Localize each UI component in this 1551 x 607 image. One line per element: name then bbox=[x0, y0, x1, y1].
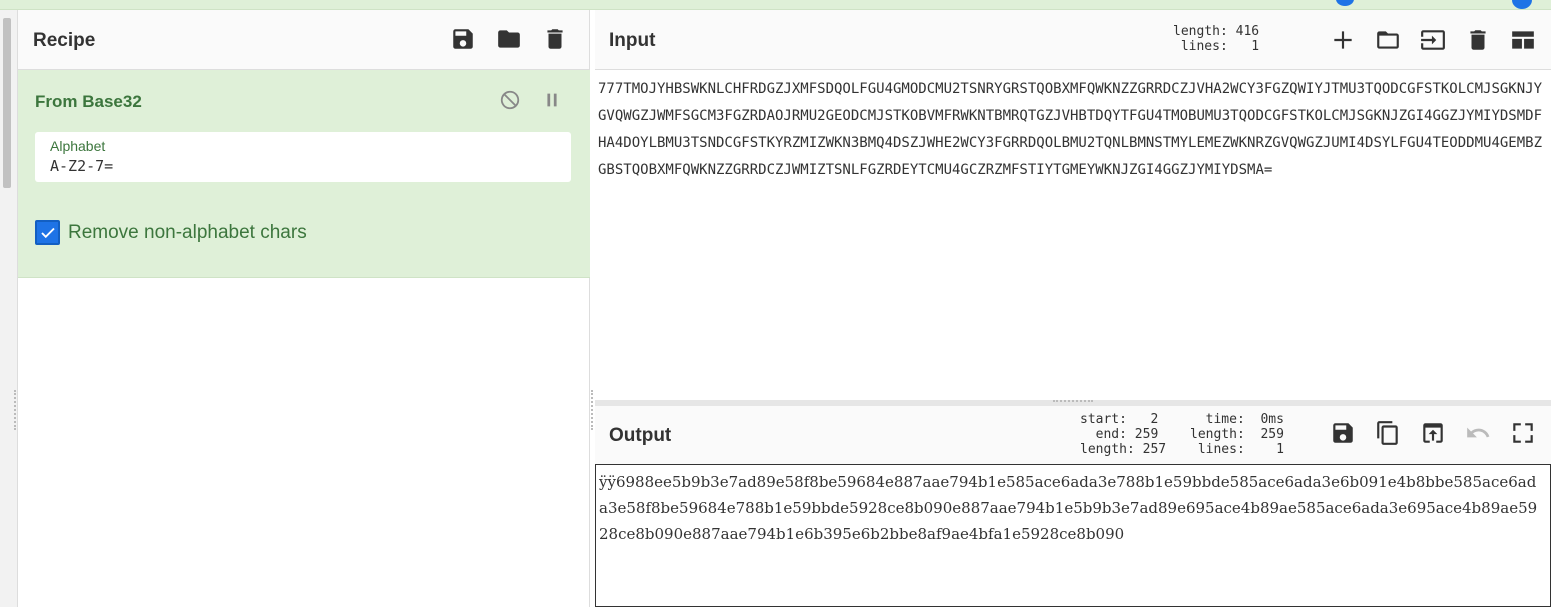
operations-panel-edge bbox=[0, 10, 18, 607]
input-textarea[interactable]: 777TMOJYHBSWKNLCHFRDGZJXMFSDQOLFGU4GMODC… bbox=[598, 76, 1548, 184]
output-stats-timing: time: 0ms length: 259 lines: 1 bbox=[1190, 412, 1284, 457]
info-icon[interactable] bbox=[1512, 0, 1532, 9]
remove-non-alphabet-checkbox[interactable]: Remove non-alphabet chars bbox=[35, 220, 307, 245]
recipe-title: Recipe bbox=[33, 30, 96, 51]
resize-handle[interactable] bbox=[14, 390, 16, 430]
output-box[interactable]: ÿÿ6988ee5b9b3e7ad89e58f8be59684e887aae79… bbox=[595, 464, 1551, 607]
input-stats: length: 416 lines: 1 bbox=[1173, 24, 1259, 54]
replace-input-icon[interactable] bbox=[1419, 419, 1447, 447]
open-folder-icon[interactable] bbox=[1374, 26, 1402, 54]
input-header: Input length: 416 lines: 1 bbox=[595, 10, 1551, 70]
recipe-header: Recipe bbox=[18, 10, 589, 70]
alphabet-label: Alphabet bbox=[50, 138, 106, 154]
save-icon[interactable] bbox=[449, 25, 477, 53]
fullscreen-icon[interactable] bbox=[1509, 419, 1537, 447]
clear-input-icon[interactable] bbox=[1464, 26, 1492, 54]
help-icon[interactable] bbox=[1336, 0, 1354, 6]
input-title: Input bbox=[609, 30, 656, 51]
open-file-icon[interactable] bbox=[1419, 26, 1447, 54]
checkbox-checked-icon[interactable] bbox=[35, 220, 60, 245]
resize-handle[interactable] bbox=[1053, 400, 1093, 402]
output-stats-position: start: 2 end: 259 length: 257 bbox=[1080, 412, 1167, 457]
top-banner bbox=[0, 0, 1551, 10]
save-output-icon[interactable] bbox=[1329, 419, 1357, 447]
undo-icon[interactable] bbox=[1464, 419, 1492, 447]
folder-icon[interactable] bbox=[495, 25, 523, 53]
output-header: Output start: 2 end: 259 length: 257 tim… bbox=[595, 406, 1551, 464]
add-icon[interactable] bbox=[1329, 26, 1357, 54]
resize-handle[interactable] bbox=[591, 390, 593, 430]
remove-non-alphabet-label: Remove non-alphabet chars bbox=[68, 221, 307, 243]
trash-icon[interactable] bbox=[541, 25, 569, 53]
output-panel: Output start: 2 end: 259 length: 257 tim… bbox=[595, 406, 1551, 607]
operation-from-base32[interactable]: From Base32 Alphabet A-Z2-7= Remove non-… bbox=[18, 70, 590, 278]
operation-title: From Base32 bbox=[35, 92, 142, 111]
recipe-panel: Recipe From Base32 Alphabet A-Z2-7= Remo… bbox=[18, 10, 590, 607]
scrollbar-thumb[interactable] bbox=[3, 18, 11, 188]
output-text[interactable]: ÿÿ6988ee5b9b3e7ad89e58f8be59684e887aae79… bbox=[599, 469, 1545, 547]
layout-icon[interactable] bbox=[1509, 26, 1537, 54]
output-title: Output bbox=[609, 425, 672, 446]
alphabet-value[interactable]: A-Z2-7= bbox=[50, 157, 113, 175]
copy-icon[interactable] bbox=[1374, 419, 1402, 447]
input-panel: Input length: 416 lines: 1 777TMOJYHBSWK… bbox=[595, 10, 1551, 400]
input-lines: lines: 1 bbox=[1173, 39, 1260, 54]
input-length: length: 416 bbox=[1173, 24, 1260, 39]
disable-icon[interactable] bbox=[496, 86, 524, 114]
alphabet-field[interactable]: Alphabet A-Z2-7= bbox=[35, 132, 571, 182]
pause-icon[interactable] bbox=[538, 86, 566, 114]
